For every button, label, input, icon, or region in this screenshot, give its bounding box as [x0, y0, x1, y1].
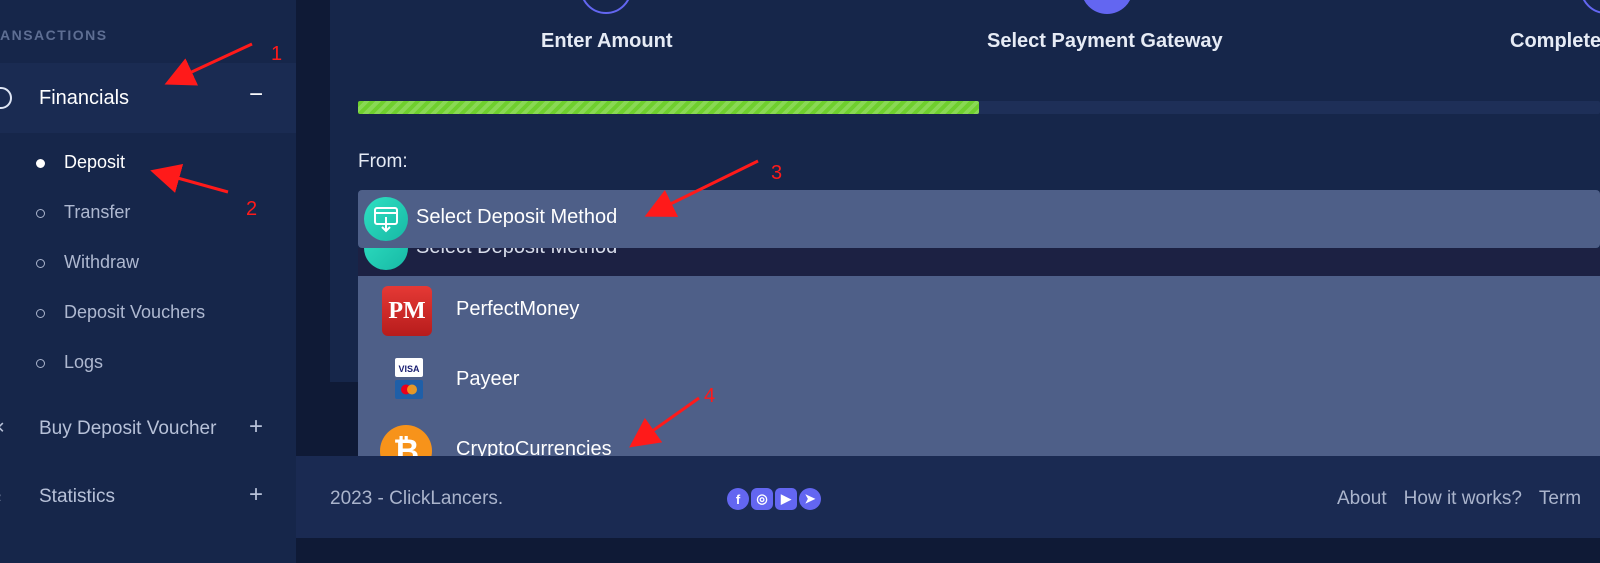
- telegram-icon[interactable]: ➤: [799, 488, 821, 510]
- sidebar-subitem-label: Logs: [64, 352, 104, 372]
- visa-mastercard-icon: VISA: [394, 356, 424, 402]
- footer-link-terms[interactable]: Term: [1539, 488, 1581, 510]
- youtube-icon[interactable]: ▶: [775, 488, 797, 510]
- bottom-bar: [296, 538, 1600, 563]
- option-payeer[interactable]: VISA Payeer: [358, 346, 1600, 416]
- step-3-label: Complete: [1510, 30, 1600, 52]
- progress-bar: [358, 101, 1600, 114]
- footer-links: About How it works? Term: [1337, 488, 1581, 510]
- deposit-method-icon: [364, 197, 408, 241]
- sidebar-subitem-label: Transfer: [64, 202, 131, 222]
- financials-icon: [0, 87, 12, 109]
- sidebar-subitem-withdraw[interactable]: Withdraw: [0, 248, 296, 288]
- voucher-icon: ✕: [0, 420, 8, 438]
- bullet-icon: [36, 259, 45, 268]
- option-label: PerfectMoney: [456, 298, 580, 320]
- annotation-number-3: 3: [771, 162, 783, 184]
- expand-icon[interactable]: +: [249, 415, 263, 439]
- progress-fill: [358, 101, 979, 114]
- deposit-method-select[interactable]: Select Deposit Method: [358, 190, 1600, 248]
- sidebar-subitem-logs[interactable]: Logs: [0, 348, 296, 388]
- annotation-number-1: 1: [271, 43, 283, 65]
- deposit-method-icon: [364, 248, 408, 270]
- bullet-icon: [36, 159, 45, 168]
- instagram-icon[interactable]: ◎: [751, 488, 773, 510]
- sidebar-subitem-label: Withdraw: [64, 252, 140, 272]
- from-label: From:: [358, 151, 408, 172]
- collapse-icon[interactable]: −: [249, 83, 263, 107]
- step-2-label: Select Payment Gateway: [987, 30, 1223, 52]
- sidebar-item-buy-deposit-voucher[interactable]: ✕ Buy Deposit Voucher +: [0, 406, 296, 456]
- svg-text:VISA: VISA: [398, 364, 420, 374]
- bullet-icon: [36, 309, 45, 318]
- copyright-text: 2023 - ClickLancers.: [330, 488, 504, 509]
- deposit-method-dropdown: PM PerfectMoney VISA Payeer ₿ CryptoCurr…: [358, 276, 1600, 485]
- step-1-label: Enter Amount: [541, 30, 673, 52]
- sidebar-item-financials[interactable]: Financials −: [0, 63, 296, 133]
- statistics-icon: ≥: [0, 488, 8, 506]
- social-links: f ◎ ▶ ➤: [727, 488, 821, 510]
- bullet-icon: [36, 359, 45, 368]
- annotation-number-4: 4: [704, 385, 716, 407]
- sidebar-subitem-label: Deposit: [64, 152, 126, 172]
- sidebar-subitem-deposit-vouchers[interactable]: Deposit Vouchers: [0, 298, 296, 338]
- bullet-icon: [36, 209, 45, 218]
- footer-link-about[interactable]: About: [1337, 488, 1387, 510]
- sidebar-item-label: Buy Deposit Voucher: [39, 418, 217, 439]
- perfectmoney-icon: PM: [382, 286, 432, 336]
- sidebar-section-label: ANSACTIONS: [0, 27, 108, 43]
- expand-icon[interactable]: +: [249, 483, 263, 507]
- sidebar-item-label: Statistics: [39, 486, 116, 507]
- sidebar-subitem-deposit[interactable]: Deposit: [0, 148, 296, 188]
- option-perfectmoney[interactable]: PM PerfectMoney: [358, 276, 1600, 346]
- sidebar: ANSACTIONS Financials − Deposit Transfer…: [0, 0, 296, 563]
- sidebar-subitem-label: Deposit Vouchers: [64, 302, 206, 322]
- sidebar-item-statistics[interactable]: ≥ Statistics +: [0, 474, 296, 524]
- annotation-number-2: 2: [246, 198, 258, 220]
- option-label: Select Deposit Method: [416, 248, 617, 259]
- facebook-icon[interactable]: f: [727, 488, 749, 510]
- sidebar-item-label: Financials: [39, 87, 130, 109]
- dropdown-placeholder-option[interactable]: Select Deposit Method: [358, 248, 1600, 276]
- select-label: Select Deposit Method: [416, 206, 618, 228]
- option-label: Payeer: [456, 368, 520, 390]
- footer-link-how-it-works[interactable]: How it works?: [1404, 488, 1522, 510]
